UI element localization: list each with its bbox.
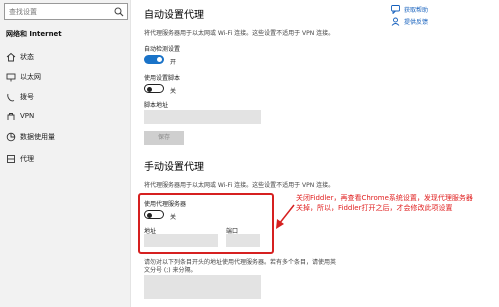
save-button[interactable]: 保存 <box>144 131 184 145</box>
exceptions-input[interactable] <box>144 275 261 299</box>
vpn-icon <box>7 113 15 120</box>
sidebar-item-label: 数据使用量 <box>20 133 55 141</box>
auto-proxy-description: 将代理服务器用于以太网或 Wi-Fi 连接。这些设置不适用于 VPN 连接。 <box>144 30 335 37</box>
feedback-label: 提供反馈 <box>404 19 429 26</box>
main-panel: 自动设置代理 将代理服务器用于以太网或 Wi-Fi 连接。这些设置不适用于 VP… <box>131 0 381 307</box>
annotation-highlight-box <box>138 193 274 254</box>
sidebar-item-label: 以太网 <box>20 73 41 81</box>
sidebar-item-label: 拨号 <box>20 93 34 101</box>
use-script-label: 使用设置脚本 <box>144 75 181 82</box>
auto-detect-label: 自动检测设置 <box>144 46 181 53</box>
annotation-line-1: 关闭Fiddler，再查看Chrome系统设置，发现代理服务器 <box>296 194 473 202</box>
annotation-text: 关闭Fiddler，再查看Chrome系统设置，发现代理服务器 关掉，所以，Fi… <box>296 193 499 213</box>
search-input[interactable]: 查找设置 <box>4 3 128 20</box>
dialup-icon <box>7 93 15 102</box>
script-address-label: 脚本地址 <box>144 102 169 109</box>
use-script-toggle[interactable] <box>144 84 164 93</box>
home-icon <box>6 52 16 62</box>
sidebar-item-data-usage[interactable]: 数据使用量 <box>0 127 131 147</box>
sidebar-item-dialup[interactable]: 拨号 <box>0 87 131 107</box>
sidebar-item-label: VPN <box>20 112 35 120</box>
ethernet-icon <box>6 73 16 82</box>
annotation-line-2: 关掉，所以，Fiddler打开之后，才会修改此项设置 <box>296 204 453 212</box>
get-help-link[interactable]: 获取帮助 <box>391 4 499 16</box>
sidebar-item-label: 代理 <box>20 155 34 163</box>
help-panel: 获取帮助 提供反馈 <box>381 0 499 307</box>
exceptions-description-line2: 文分号 (;) 来分隔。 <box>144 267 197 274</box>
use-script-state: 关 <box>170 88 177 95</box>
auto-detect-toggle[interactable] <box>144 55 164 64</box>
sidebar-item-vpn[interactable]: VPN <box>0 107 131 127</box>
search-icon <box>114 7 124 17</box>
manual-proxy-description: 将代理服务器用于以太网或 Wi-Fi 连接。这些设置不适用于 VPN 连接。 <box>144 182 335 189</box>
feedback-link[interactable]: 提供反馈 <box>391 16 499 28</box>
search-placeholder: 查找设置 <box>9 8 37 16</box>
sidebar-item-status[interactable]: 状态 <box>0 47 131 67</box>
script-address-input[interactable] <box>144 110 261 124</box>
sidebar: 查找设置 网络和 Internet 状态 以太网 拨号 VPN 数据使用量 代理 <box>0 0 131 307</box>
proxy-icon <box>7 155 15 163</box>
data-usage-icon <box>6 132 16 142</box>
auto-detect-state: 开 <box>170 59 177 66</box>
sidebar-item-label: 状态 <box>20 53 34 61</box>
sidebar-item-proxy[interactable]: 代理 <box>0 149 131 169</box>
chat-bubble-icon <box>391 5 400 14</box>
person-feedback-icon <box>391 17 400 26</box>
sidebar-item-ethernet[interactable]: 以太网 <box>0 67 131 87</box>
manual-proxy-title: 手动设置代理 <box>144 162 204 173</box>
get-help-label: 获取帮助 <box>404 7 429 14</box>
auto-proxy-title: 自动设置代理 <box>144 10 204 21</box>
sidebar-section-title: 网络和 Internet <box>6 30 62 38</box>
